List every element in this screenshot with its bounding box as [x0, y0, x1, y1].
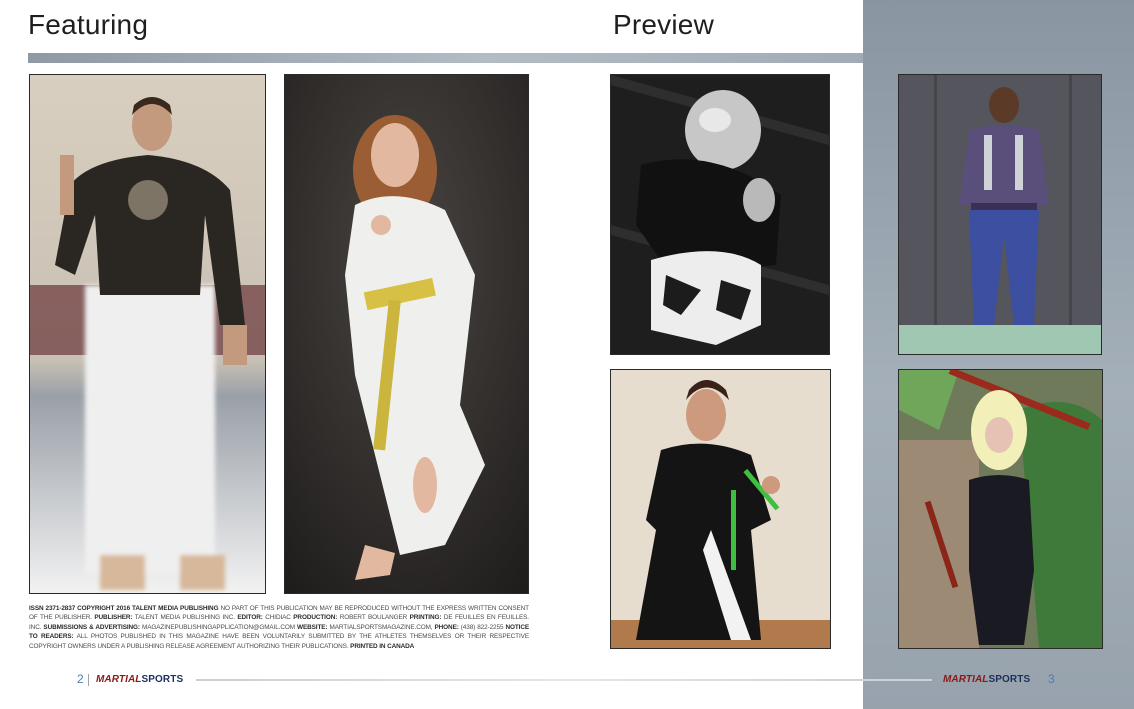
- brand-martial-right: MARTIAL: [943, 674, 989, 685]
- brand-sports-right: SPORTS: [988, 674, 1031, 685]
- blonde-bo-staff-photo: [898, 369, 1103, 649]
- page-number-right: 3: [1048, 672, 1055, 686]
- production-value: ROBERT BOULANGER: [337, 614, 410, 622]
- woman-nunchaku-photo: [610, 369, 831, 649]
- website-value: MARTIALSPORTSMAGAZINE.COM,: [327, 623, 435, 631]
- submissions-value: MAGAZINEPUBLISHINGAPPLICATION@GMAIL.COM: [139, 623, 298, 631]
- phone-value: (438) 822-2255: [458, 623, 506, 631]
- notice-value: ALL PHOTOS PUBLISHED IN THIS MAGAZINE HA…: [29, 633, 529, 650]
- publisher-label: PUBLISHER:: [94, 614, 133, 622]
- publication-credits: ISSN 2371-2837 COPYRIGHT 2016 TALENT MED…: [29, 604, 529, 651]
- brand-martial-left: MARTIAL: [96, 674, 142, 685]
- girl-karate-kick-photo: [284, 74, 529, 594]
- submissions-label: SUBMISSIONS & ADVERTISING:: [43, 623, 140, 631]
- gi-standing-photo: [898, 74, 1102, 355]
- footer-divider-right: [1046, 674, 1047, 686]
- brand-logo-right: MARTIALSPORTS: [943, 674, 1030, 685]
- brand-logo-left: MARTIALSPORTS: [96, 674, 183, 685]
- page-number-left: 2: [77, 672, 84, 686]
- printed-in: PRINTED IN CANADA: [350, 642, 415, 650]
- bald-man-kneeling-photo: [610, 74, 830, 355]
- phone-label: PHONE:: [434, 623, 459, 631]
- footer-divider-left: [88, 674, 89, 686]
- featuring-heading: Featuring: [28, 9, 149, 40]
- website-label: WEBSITE:: [297, 623, 328, 631]
- production-label: PRODUCTION:: [293, 614, 338, 622]
- editor-label: EDITOR:: [237, 614, 263, 622]
- footer-line-left: [196, 679, 571, 681]
- publisher-value: TALENT MEDIA PUBLISHING INC.: [132, 614, 238, 622]
- footer-line-right: [571, 679, 932, 681]
- preview-heading: Preview: [613, 9, 714, 40]
- issn-text: ISSN 2371-2837 COPYRIGHT 2016 TALENT MED…: [29, 605, 219, 612]
- header-rule: [28, 53, 863, 63]
- editor-value: CHIDIAC: [262, 614, 294, 622]
- athlete-pointing-photo: [29, 74, 266, 594]
- brand-sports-left: SPORTS: [141, 674, 184, 685]
- printing-label: PRINTING:: [409, 614, 442, 622]
